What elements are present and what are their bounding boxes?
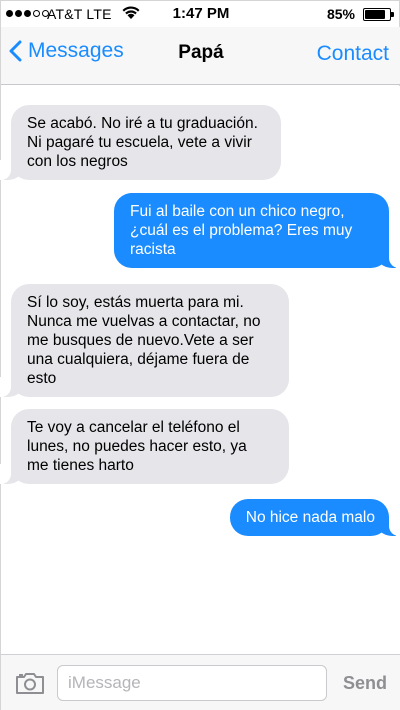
message-text: Fui al baile con un chico negro, ¿cuál e…	[130, 203, 353, 258]
phone-screen: AT&T LTE 1:47 PM 85% Messages Papá Conta…	[0, 0, 400, 710]
battery-icon	[363, 8, 394, 21]
message-text: No hice nada malo	[245, 509, 375, 526]
status-bar: AT&T LTE 1:47 PM 85%	[1, 1, 400, 27]
message-bubble-incoming: Sí lo soy, estás muerta para mi. Nunca m…	[0, 284, 289, 397]
message-text: Se acabó. No iré a tu graduación. Ni pag…	[27, 115, 258, 170]
conversation-thread[interactable]: Se acabó. No iré a tu graduación. Ni pag…	[0, 86, 400, 654]
message-text: Sí lo soy, estás muerta para mi. Nunca m…	[27, 294, 261, 387]
message-bubble-outgoing: No hice nada malo	[229, 499, 400, 536]
message-bubble-incoming: Se acabó. No iré a tu graduación. Ni pag…	[0, 105, 281, 180]
battery-fill	[365, 10, 386, 19]
send-button[interactable]: Send	[343, 673, 387, 694]
battery-nub	[391, 12, 394, 17]
message-composer: Send	[1, 654, 400, 710]
navigation-bar: Messages Papá Contact	[1, 27, 400, 85]
camera-icon[interactable]	[15, 671, 45, 700]
message-bubble-incoming: Te voy a cancelar el teléfono el lunes, …	[0, 409, 289, 484]
message-text: Te voy a cancelar el teléfono el lunes, …	[27, 419, 247, 474]
message-bubble-outgoing: Fui al baile con un chico negro, ¿cuál e…	[114, 193, 400, 268]
battery-percent: 85%	[326, 6, 355, 22]
imessage-input[interactable]	[58, 666, 326, 700]
imessage-input-wrapper	[57, 665, 327, 701]
contact-button[interactable]: Contact	[317, 42, 389, 66]
